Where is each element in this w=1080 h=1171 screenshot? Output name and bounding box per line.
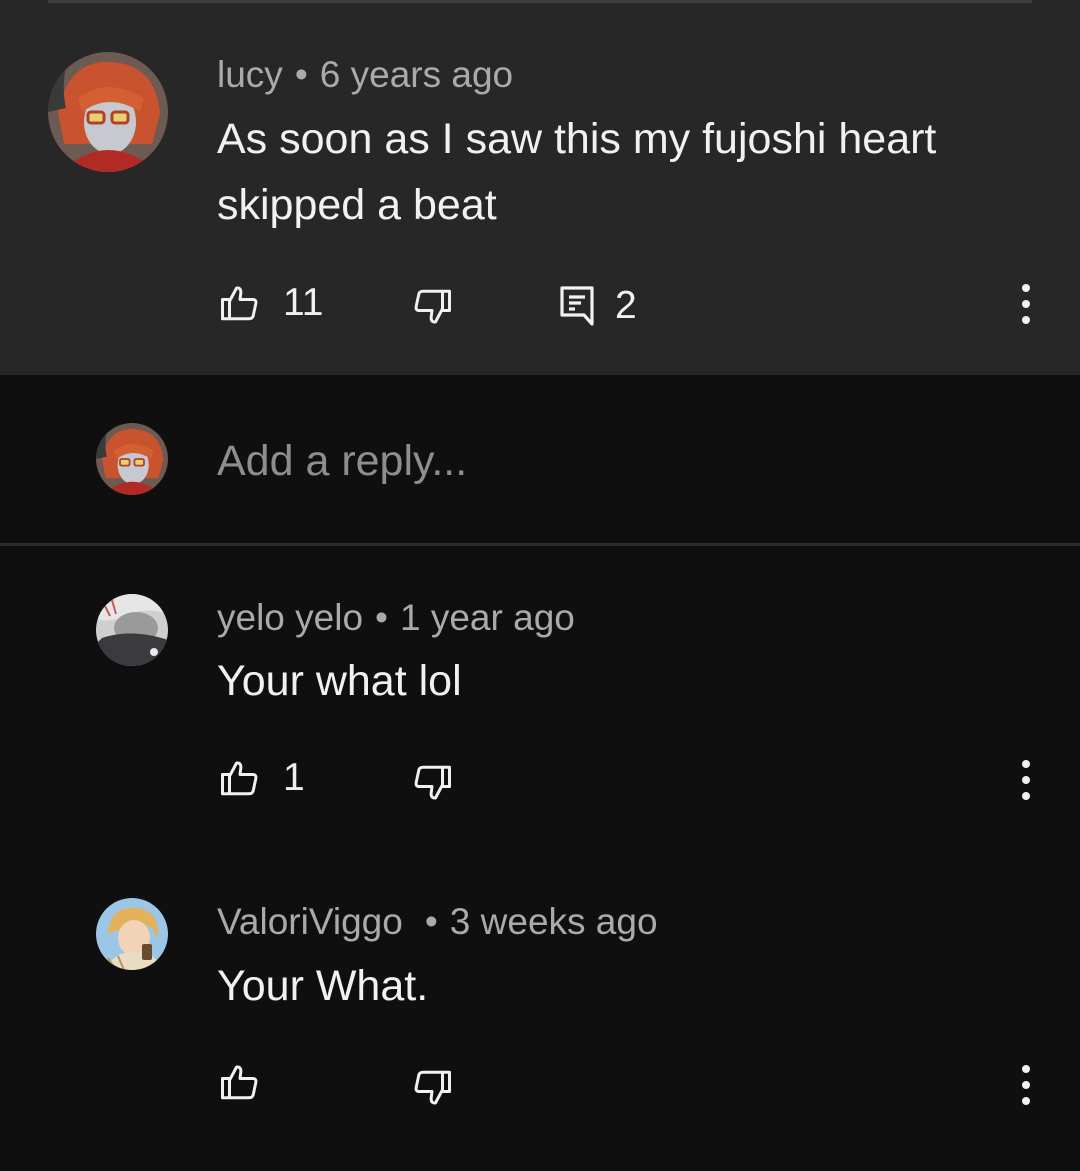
top-divider <box>48 0 1032 3</box>
more-vert-icon[interactable] <box>1016 1065 1036 1105</box>
author-avatar[interactable] <box>48 52 168 172</box>
dislike-button[interactable] <box>409 762 455 804</box>
reply-author-avatar[interactable] <box>96 898 168 970</box>
reply-author-avatar[interactable] <box>96 594 168 666</box>
reply-time[interactable]: 1 year ago <box>400 597 575 638</box>
comment-meta: lucy • 6 years ago <box>217 54 513 96</box>
dislike-button[interactable] <box>409 286 455 328</box>
comment-text: As soon as I saw this my fujoshi heart s… <box>217 115 937 229</box>
like-button[interactable]: 1 <box>217 756 305 800</box>
more-vert-icon[interactable] <box>1016 760 1036 800</box>
thumb-up-icon <box>221 286 258 321</box>
like-count: 11 <box>283 281 324 324</box>
reply-author[interactable]: yelo yelo <box>217 597 363 638</box>
thumb-up-icon <box>221 1065 258 1100</box>
reply-text: Your What. <box>217 962 429 1010</box>
meta-separator: • <box>294 54 308 95</box>
reply-button[interactable]: 2 <box>559 284 637 328</box>
more-vert-icon[interactable] <box>1016 284 1036 324</box>
reply-author[interactable]: ValoriViggo <box>217 901 403 942</box>
like-button[interactable]: 11 <box>217 281 324 325</box>
current-user-avatar <box>96 423 168 495</box>
thumb-up-icon <box>221 761 258 796</box>
reply-text: Your what lol <box>217 657 462 705</box>
reply-meta: yelo yelo • 1 year ago <box>217 597 575 639</box>
comment-author[interactable]: lucy <box>217 54 283 95</box>
comments-thread: lucy • 6 years ago As soon as I saw this m… <box>0 0 1080 1171</box>
section-divider <box>0 543 1080 546</box>
reply-meta: ValoriViggo • 3 weeks ago <box>217 901 658 943</box>
meta-separator: • <box>375 597 388 638</box>
comment-time[interactable]: 6 years ago <box>320 54 513 95</box>
meta-separator: • <box>424 901 438 942</box>
reply-count: 2 <box>615 284 637 327</box>
reply-input[interactable]: Add a reply... <box>217 437 467 486</box>
dislike-button[interactable] <box>409 1067 455 1109</box>
reply-time[interactable]: 3 weeks ago <box>450 901 658 942</box>
thumb-down-icon <box>414 289 451 324</box>
thumb-down-icon <box>414 1070 451 1105</box>
like-button[interactable] <box>217 1061 263 1103</box>
like-count: 1 <box>283 756 305 799</box>
reply-comment-icon <box>560 286 594 326</box>
thumb-down-icon <box>414 765 451 800</box>
